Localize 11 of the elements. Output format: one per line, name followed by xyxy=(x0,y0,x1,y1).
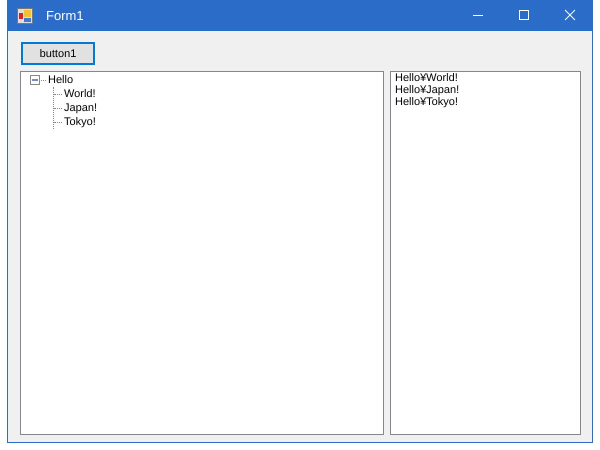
button1-button[interactable]: button1 xyxy=(21,42,95,65)
list-item[interactable]: Hello¥World! xyxy=(395,72,580,84)
tree-node[interactable]: Japan! xyxy=(64,102,98,114)
tree-node[interactable]: Tokyo! xyxy=(64,116,96,128)
list-item[interactable]: Hello¥Tokyo! xyxy=(395,96,580,108)
collapse-icon[interactable] xyxy=(30,74,41,86)
app-icon xyxy=(17,8,33,24)
window-title: Form1 xyxy=(46,8,84,23)
tree-node[interactable]: World! xyxy=(64,88,96,100)
tree-node[interactable]: Hello xyxy=(48,74,74,86)
list-item[interactable]: Hello¥Japan! xyxy=(395,84,580,96)
